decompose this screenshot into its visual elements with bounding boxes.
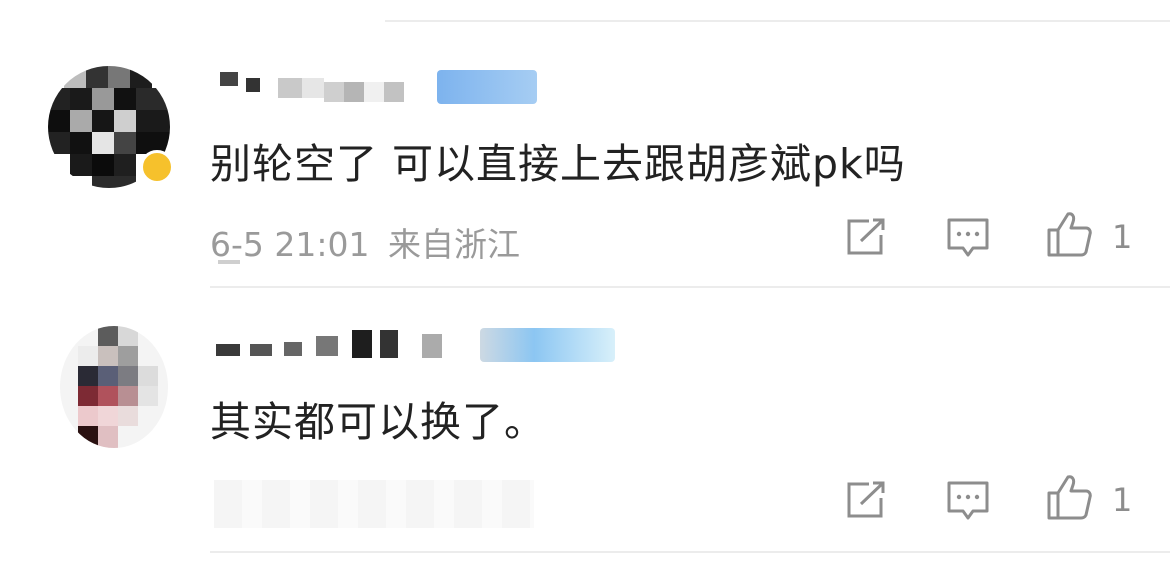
thumbs-up-icon	[1047, 212, 1092, 257]
reply-button[interactable]	[946, 480, 990, 522]
reply-icon	[947, 481, 989, 520]
like-count: 1	[1112, 481, 1133, 519]
meta-underline	[218, 260, 240, 264]
vip-badge-icon	[140, 150, 174, 184]
reply-button[interactable]	[946, 217, 990, 259]
share-button[interactable]	[845, 480, 887, 520]
like-count: 1	[1112, 218, 1133, 256]
avatar[interactable]	[60, 326, 168, 448]
member-tag	[480, 328, 615, 362]
comment-time: 6-5 21:01	[210, 225, 370, 264]
comment-text: 其实都可以换了。	[210, 398, 546, 446]
member-tag	[437, 70, 537, 104]
share-icon	[847, 218, 885, 255]
top-divider	[385, 20, 1170, 22]
comment-location: 来自浙江	[388, 225, 520, 264]
like-button[interactable]: 1	[1046, 210, 1132, 258]
blurred-meta	[214, 480, 534, 528]
bottom-divider	[210, 551, 1170, 553]
comment-item: 别轮空了 可以直接上去跟胡彦斌pk吗 6-5 21:01 来自浙江 1	[0, 60, 1170, 286]
comment-item: 其实都可以换了。 1	[0, 320, 1170, 551]
reply-icon	[947, 218, 989, 257]
comment-text: 别轮空了 可以直接上去跟胡彦斌pk吗	[210, 140, 906, 188]
like-button[interactable]: 1	[1046, 473, 1132, 521]
thumbs-up-icon	[1047, 475, 1092, 520]
share-button[interactable]	[845, 217, 887, 257]
share-icon	[847, 481, 885, 518]
username-masked[interactable]	[216, 330, 442, 358]
username-masked[interactable]	[220, 72, 404, 102]
comment-divider	[210, 286, 1170, 288]
comment-meta: 6-5 21:01 来自浙江	[210, 218, 520, 266]
